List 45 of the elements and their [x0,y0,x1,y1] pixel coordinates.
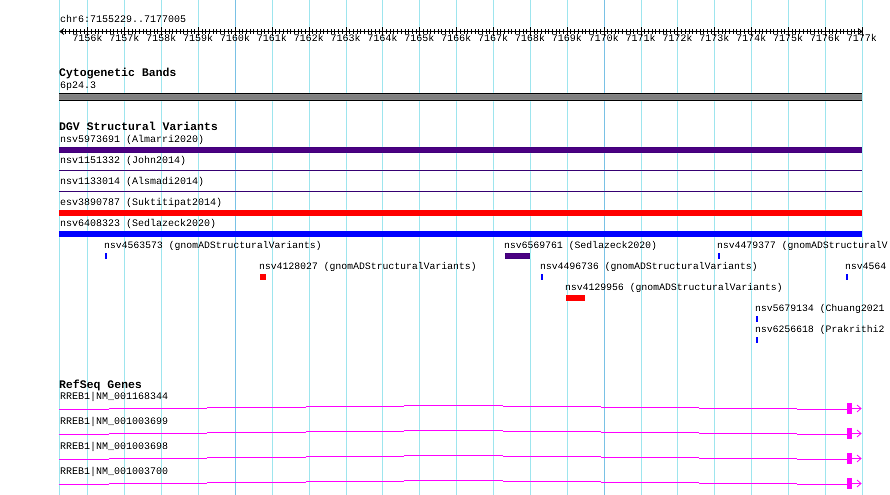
variant-label: esv3890787 (Suktitipat2014) [60,198,222,209]
band-label: 6p24.3 [60,81,96,93]
ruler-tick-label: 7167k [478,34,508,46]
feature-label: nsv4479377 (gnomADStructuralV [717,240,888,251]
ruler-tick-label: 7164k [367,34,398,46]
ruler-tick-label: 7171k [626,34,656,46]
feature-label: nsv4563573 (gnomADStructuralVariants) [104,240,322,251]
feature-label: nsv4564 [845,261,886,272]
ruler-tick-label: 7165k [404,34,434,46]
track-title: Cytogenetic Bands [59,68,176,80]
ruler-tick-label: 7159k [183,34,214,46]
ruler-tick-label: 7172k [662,34,692,46]
gene-label: RREB1|NM_001003699 [60,417,168,428]
track-title: DGV Structural Variants [59,122,218,134]
ruler-tick-label: 7173k [699,34,730,46]
ruler-tick-label: 7162k [294,34,324,46]
ruler-tick-label: 7175k [773,34,804,46]
variant-label: nsv1151332 (John2014) [60,156,186,167]
location-label: chr6:7155229..7177005 [60,15,186,27]
feature-label: nsv4129956 (gnomADStructuralVariants) [565,282,783,293]
ruler-tick-label: 7176k [810,34,840,46]
feature-label: nsv6569761 (Sedlazeck2020) [504,240,657,251]
ruler-tick-label: 7170k [588,34,619,46]
gene-label: RREB1|NM_001168344 [60,392,168,403]
feature-label: nsv6256618 (Prakrithi2 [755,324,884,335]
track-title: RefSeq Genes [59,380,142,392]
ruler-tick-label: 7160k [220,34,250,46]
ruler-tick-label: 7168k [514,34,545,46]
ruler-tick-label: 7177k [846,34,877,46]
gene-label: RREB1|NM_001003698 [60,442,168,453]
variant-label: nsv6408323 (Sedlazeck2020) [60,219,216,230]
ruler-tick-label: 7163k [330,34,361,46]
feature-label: nsv4496736 (gnomADStructuralVariants) [540,261,758,272]
ruler-tick-label: 7156k [72,34,102,46]
ruler-tick-label: 7158k [146,34,176,46]
ruler-tick-label: 7169k [552,34,582,46]
gene-label: RREB1|NM_001003700 [60,467,168,478]
ruler-tick-label: 7161k [256,34,287,46]
feature-label: nsv5679134 (Chuang2021 [755,303,884,314]
ruler-tick-label: 7166k [441,34,472,46]
variant-label: nsv5973691 (Almarri2020) [60,135,204,146]
feature-label: nsv4128027 (gnomADStructuralVariants) [259,261,477,272]
ruler-tick-label: 7174k [736,34,766,46]
ruler-tick-label: 7157k [109,34,140,46]
variant-label: nsv1133014 (Alsmadi2014) [60,177,204,188]
